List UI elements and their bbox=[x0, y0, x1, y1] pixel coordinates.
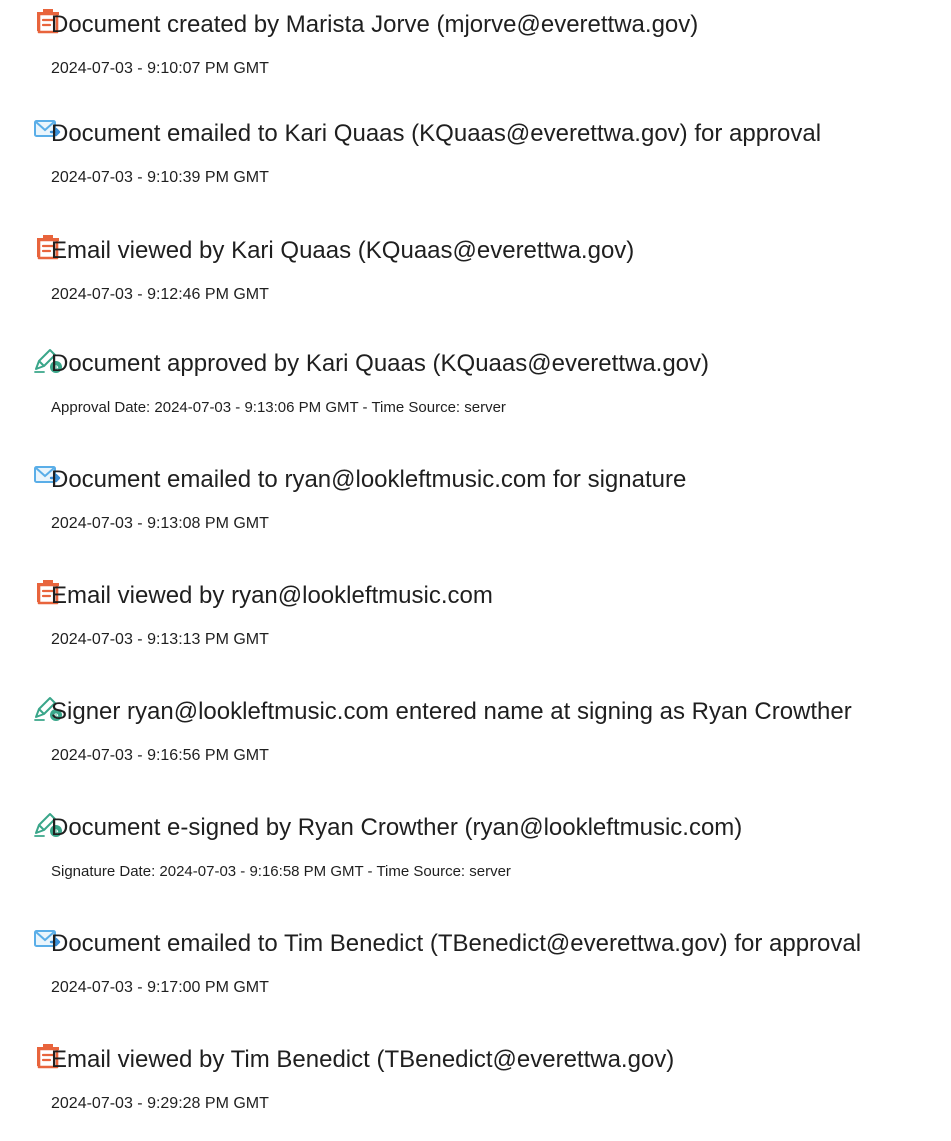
event-title: Document approved by Kari Quaas (KQuaas@… bbox=[51, 350, 710, 377]
event-timestamp: Signature Date: 2024-07-03 - 9:16:58 PM … bbox=[51, 863, 511, 880]
event-timestamp: 2024-07-03 - 9:10:07 PM GMT bbox=[51, 60, 269, 77]
event-timestamp: 2024-07-03 - 9:29:28 PM GMT bbox=[51, 1095, 269, 1112]
event-title: Document e-signed by Ryan Crowther (ryan… bbox=[51, 814, 743, 841]
event-title: Email viewed by Kari Quaas (KQuaas@evere… bbox=[51, 237, 635, 264]
audit-event: Document emailed to Tim Benedict (TBened… bbox=[0, 925, 951, 1025]
audit-event: e Document approved by Kari Quaas (KQuaa… bbox=[0, 345, 951, 445]
event-timestamp: Approval Date: 2024-07-03 - 9:13:06 PM G… bbox=[51, 399, 506, 416]
audit-event: Document emailed to Kari Quaas (KQuaas@e… bbox=[0, 115, 951, 215]
event-title: Email viewed by ryan@lookleftmusic.com bbox=[51, 582, 493, 609]
event-timestamp: 2024-07-03 - 9:10:39 PM GMT bbox=[51, 169, 269, 186]
event-title: Signer ryan@lookleftmusic.com entered na… bbox=[51, 698, 852, 725]
event-title: Document emailed to Tim Benedict (TBened… bbox=[51, 930, 862, 957]
audit-event: e Signer ryan@lookleftmusic.com entered … bbox=[0, 693, 951, 793]
event-timestamp: 2024-07-03 - 9:13:08 PM GMT bbox=[51, 515, 269, 532]
event-timestamp: 2024-07-03 - 9:17:00 PM GMT bbox=[51, 979, 269, 996]
event-timestamp: 2024-07-03 - 9:13:13 PM GMT bbox=[51, 631, 269, 648]
event-title: Email viewed by Tim Benedict (TBenedict@… bbox=[51, 1046, 675, 1073]
event-timestamp: 2024-07-03 - 9:16:56 PM GMT bbox=[51, 747, 269, 764]
audit-event: Document created by Marista Jorve (mjorv… bbox=[0, 6, 951, 106]
audit-event: Email viewed by Kari Quaas (KQuaas@evere… bbox=[0, 232, 951, 332]
audit-event: Email viewed by ryan@lookleftmusic.com 2… bbox=[0, 577, 951, 677]
event-title: Document created by Marista Jorve (mjorv… bbox=[51, 11, 699, 38]
event-timestamp: 2024-07-03 - 9:12:46 PM GMT bbox=[51, 286, 269, 303]
event-title: Document emailed to Kari Quaas (KQuaas@e… bbox=[51, 120, 822, 147]
audit-event: e Document e-signed by Ryan Crowther (ry… bbox=[0, 809, 951, 909]
audit-trail-list: Document created by Marista Jorve (mjorv… bbox=[0, 0, 951, 1112]
audit-event: Document emailed to ryan@lookleftmusic.c… bbox=[0, 461, 951, 561]
audit-event: Email viewed by Tim Benedict (TBenedict@… bbox=[0, 1041, 951, 1141]
event-title: Document emailed to ryan@lookleftmusic.c… bbox=[51, 466, 687, 493]
